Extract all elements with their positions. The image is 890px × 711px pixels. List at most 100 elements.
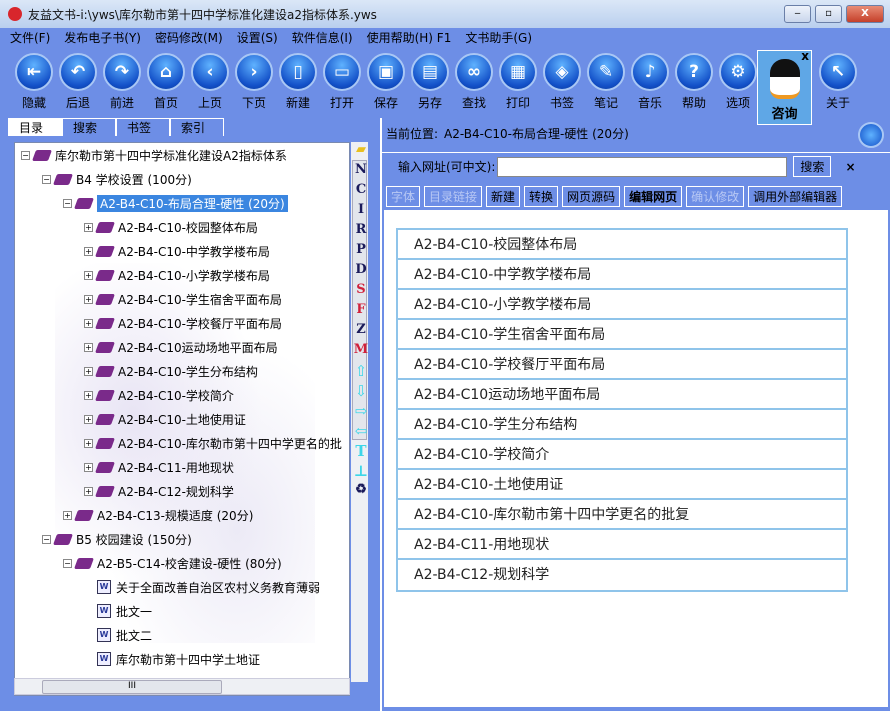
recycle-bin-icon[interactable]: ♻ — [348, 482, 374, 502]
toolbar-button-15[interactable]: ? 帮助 — [672, 46, 716, 116]
link-item[interactable]: A2-B4-C10-学校简介 — [398, 440, 846, 470]
tree-node[interactable]: + A2-B4-C10-土地使用证 — [84, 409, 246, 429]
menu-item[interactable]: 文书助手(G) — [465, 29, 532, 46]
side-tool-1[interactable]: C — [348, 182, 374, 202]
side-tool-0[interactable]: N — [348, 162, 374, 182]
tree-node[interactable]: + A2-B4-C12-规划科学 — [84, 481, 234, 501]
toolbar-button-12[interactable]: ◈ 书签 — [540, 46, 584, 116]
edit-button-0[interactable]: 字体 — [386, 186, 421, 207]
side-tool-11[interactable]: ⇩ — [348, 382, 374, 402]
tree-node[interactable]: W 批文一 — [84, 601, 152, 621]
expand-toggle-icon[interactable]: + — [84, 270, 93, 280]
tree-node[interactable]: W 批文二 — [84, 625, 152, 645]
toolbar-button-5[interactable]: › 下页 — [232, 46, 276, 116]
side-tool-10[interactable]: ⇧ — [348, 362, 374, 382]
link-item[interactable]: A2-B4-C10-学生分布结构 — [398, 410, 846, 440]
toolbar-button-1[interactable]: ↶ 后退 — [56, 46, 100, 116]
tree-node[interactable]: − A2-B5-C14-校舍建设-硬性 (80分) — [63, 553, 282, 573]
tree-horizontal-scrollbar[interactable]: III — [14, 678, 350, 695]
expand-toggle-icon[interactable]: − — [63, 558, 72, 568]
edit-button-3[interactable]: 转换 — [524, 186, 559, 207]
menu-item[interactable]: 软件信息(I) — [292, 29, 353, 46]
link-item[interactable]: A2-B4-C10运动场地平面布局 — [398, 380, 846, 410]
tree-node[interactable]: + A2-B4-C10-学生宿舍平面布局 — [84, 289, 282, 309]
tree-node[interactable]: + A2-B4-C10-库尔勒市第十四中学更名的批 — [84, 433, 342, 453]
toolbar-button-4[interactable]: ‹ 上页 — [188, 46, 232, 116]
menu-item[interactable]: 密码修改(M) — [155, 29, 223, 46]
edit-button-4[interactable]: 网页源码 — [562, 186, 621, 207]
link-item[interactable]: A2-B4-C10-学生宿舍平面布局 — [398, 320, 846, 350]
link-item[interactable]: A2-B4-C10-土地使用证 — [398, 470, 846, 500]
link-item[interactable]: A2-B4-C10-小学教学楼布局 — [398, 290, 846, 320]
expand-toggle-icon[interactable]: + — [84, 486, 93, 496]
side-tool-6[interactable]: S — [348, 282, 374, 302]
link-item[interactable]: A2-B4-C12-规划科学 — [398, 560, 846, 590]
side-tool-2[interactable]: I — [348, 202, 374, 222]
toolbar-button-9[interactable]: ▤ 另存 — [408, 46, 452, 116]
link-item[interactable]: A2-B4-C11-用地现状 — [398, 530, 846, 560]
scroll-thumb[interactable]: III — [42, 680, 222, 694]
open-folder-icon[interactable]: ▰ — [348, 142, 374, 162]
tree-node[interactable]: − A2-B4-C10-布局合理-硬性 (20分) — [63, 193, 288, 213]
tree-node[interactable]: + A2-B4-C10-校园整体布局 — [84, 217, 258, 237]
menu-item[interactable]: 发布电子书(Y) — [64, 29, 141, 46]
tree-node[interactable]: + A2-B4-C10-小学教学楼布局 — [84, 265, 270, 285]
tab-2[interactable]: 书签 — [116, 118, 170, 136]
expand-toggle-icon[interactable]: − — [63, 198, 72, 208]
menu-item[interactable]: 设置(S) — [237, 29, 278, 46]
tree-node[interactable]: + A2-B4-C11-用地现状 — [84, 457, 234, 477]
tree-node[interactable]: + A2-B4-C13-规模适度 (20分) — [63, 505, 253, 525]
toolbar-button-11[interactable]: ▦ 打印 — [496, 46, 540, 116]
minimize-button[interactable]: ‒ — [784, 5, 811, 23]
expand-toggle-icon[interactable]: + — [84, 462, 93, 472]
expand-toggle-icon[interactable]: − — [42, 534, 51, 544]
expand-toggle-icon[interactable]: + — [84, 318, 93, 328]
link-item[interactable]: A2-B4-C10-校园整体布局 — [398, 230, 846, 260]
tab-3[interactable]: 索引 — [170, 118, 224, 136]
edit-button-1[interactable]: 目录链接 — [424, 186, 483, 207]
side-tool-12[interactable]: ⇨ — [348, 402, 374, 422]
link-item[interactable]: A2-B4-C10-学校餐厅平面布局 — [398, 350, 846, 380]
toolbar-button-3[interactable]: ⌂ 首页 — [144, 46, 188, 116]
tab-1[interactable]: 搜索 — [62, 118, 116, 136]
side-tool-14[interactable]: T — [348, 442, 374, 462]
side-tool-5[interactable]: D — [348, 262, 374, 282]
close-button[interactable]: X — [846, 5, 884, 23]
side-tool-3[interactable]: R — [348, 222, 374, 242]
tab-0[interactable]: 目录 — [8, 118, 62, 136]
link-item[interactable]: A2-B4-C10-库尔勒市第十四中学更名的批复 — [398, 500, 846, 530]
maximize-button[interactable]: ▫ — [815, 5, 842, 23]
consult-button[interactable]: x 咨询 — [757, 49, 812, 125]
expand-toggle-icon[interactable]: + — [84, 366, 93, 376]
tree-node[interactable]: + A2-B4-C10-学校餐厅平面布局 — [84, 313, 282, 333]
tree-node[interactable]: W 关于全面改善自治区农村义务教育薄弱 — [84, 577, 320, 597]
tree-node[interactable]: − B5 校园建设 (150分) — [42, 529, 192, 549]
tree-node[interactable]: + A2-B4-C10-学校简介 — [84, 385, 234, 405]
edit-button-6[interactable]: 确认修改 — [686, 186, 745, 207]
toolbar-button-17[interactable]: ↖ 关于 — [816, 46, 860, 116]
qq-close-icon[interactable]: x — [801, 49, 809, 63]
side-tool-9[interactable]: M — [348, 342, 374, 362]
tree-node[interactable]: W 库尔勒市第十四中学土地证 — [84, 649, 260, 669]
side-tool-13[interactable]: ⇦ — [348, 422, 374, 442]
expand-toggle-icon[interactable]: − — [42, 174, 51, 184]
tree-node[interactable]: − B4 学校设置 (100分) — [42, 169, 192, 189]
tree-node[interactable]: − 库尔勒市第十四中学标准化建设A2指标体系 — [21, 145, 287, 165]
link-item[interactable]: A2-B4-C10-中学教学楼布局 — [398, 260, 846, 290]
menu-item[interactable]: 文件(F) — [10, 29, 50, 46]
toolbar-button-8[interactable]: ▣ 保存 — [364, 46, 408, 116]
fullscreen-button[interactable] — [858, 122, 884, 148]
toolbar-button-0[interactable]: ⇤ 隐藏 — [12, 46, 56, 116]
menu-item[interactable]: 使用帮助(H) F1 — [367, 29, 452, 46]
expand-toggle-icon[interactable]: + — [84, 390, 93, 400]
toolbar-button-10[interactable]: ∞ 查找 — [452, 46, 496, 116]
tree-node[interactable]: + A2-B4-C10-中学教学楼布局 — [84, 241, 270, 261]
expand-toggle-icon[interactable]: + — [84, 438, 93, 448]
toolbar-button-14[interactable]: ♪ 音乐 — [628, 46, 672, 116]
side-tool-8[interactable]: Z — [348, 322, 374, 342]
expand-toggle-icon[interactable]: + — [84, 294, 93, 304]
toolbar-button-7[interactable]: ▭ 打开 — [320, 46, 364, 116]
side-tool-15[interactable]: ⊥ — [348, 462, 374, 482]
tree-node[interactable]: + A2-B4-C10运动场地平面布局 — [84, 337, 278, 357]
edit-button-2[interactable]: 新建 — [486, 186, 521, 207]
